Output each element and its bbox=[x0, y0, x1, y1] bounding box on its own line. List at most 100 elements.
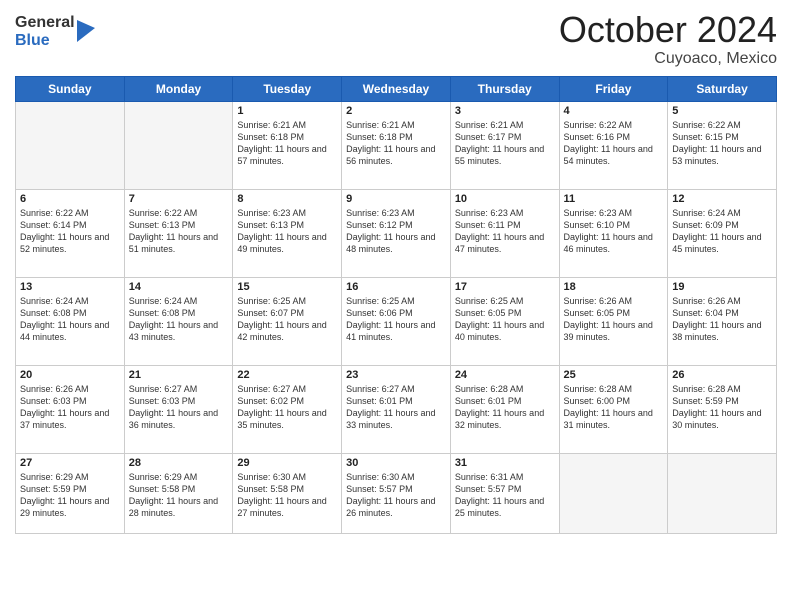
cell-info: Sunrise: 6:22 AM Sunset: 6:16 PM Dayligh… bbox=[564, 119, 664, 168]
day-number: 21 bbox=[129, 369, 229, 381]
logo-text: General Blue bbox=[15, 14, 75, 49]
day-header-wednesday: Wednesday bbox=[342, 76, 451, 101]
logo-general: General bbox=[15, 14, 75, 32]
day-number: 8 bbox=[237, 193, 337, 205]
cell-info: Sunrise: 6:30 AM Sunset: 5:57 PM Dayligh… bbox=[346, 471, 446, 520]
cal-cell: 3Sunrise: 6:21 AM Sunset: 6:17 PM Daylig… bbox=[450, 101, 559, 189]
cell-info: Sunrise: 6:23 AM Sunset: 6:11 PM Dayligh… bbox=[455, 207, 555, 256]
day-number: 9 bbox=[346, 193, 446, 205]
cell-info: Sunrise: 6:24 AM Sunset: 6:08 PM Dayligh… bbox=[129, 295, 229, 344]
day-number: 25 bbox=[564, 369, 664, 381]
cal-cell: 28 Sunrise: 6:29 AM Sunset: 5:58 PM Dayli… bbox=[124, 453, 233, 533]
cal-cell: 16Sunrise: 6:25 AM Sunset: 6:06 PM Dayli… bbox=[342, 277, 451, 365]
day-number: 4 bbox=[564, 105, 664, 117]
cal-cell: 6 Sunrise: 6:22 AM Sunset: 6:14 PM Daylig… bbox=[16, 189, 125, 277]
day-number: 22 bbox=[237, 369, 337, 381]
days-header-row: SundayMondayTuesdayWednesdayThursdayFrid… bbox=[16, 76, 777, 101]
cell-info: Sunrise: 6:22 AM Sunset: 6:14 PM Dayligh… bbox=[20, 207, 120, 256]
week-row-3: 13Sunrise: 6:24 AM Sunset: 6:08 PM Dayli… bbox=[16, 277, 777, 365]
day-number: 19 bbox=[672, 281, 772, 293]
day-number: 6 bbox=[20, 193, 120, 205]
cell-info: Sunrise: 6:24 AM Sunset: 6:09 PM Dayligh… bbox=[672, 207, 772, 256]
cal-cell: 24Sunrise: 6:28 AM Sunset: 6:01 PM Dayli… bbox=[450, 365, 559, 453]
day-number: 20 bbox=[20, 369, 120, 381]
week-row-4: 20 Sunrise: 6:26 AM Sunset: 6:03 PM Dayli… bbox=[16, 365, 777, 453]
cal-cell bbox=[559, 453, 668, 533]
day-number: 5 bbox=[672, 105, 772, 117]
day-header-friday: Friday bbox=[559, 76, 668, 101]
day-header-tuesday: Tuesday bbox=[233, 76, 342, 101]
cal-cell: 14 Sunrise: 6:24 AM Sunset: 6:08 PM Dayli… bbox=[124, 277, 233, 365]
page: General Blue October 2024 Cuyoaco, Mexic… bbox=[0, 0, 792, 612]
cal-cell: 4 Sunrise: 6:22 AM Sunset: 6:16 PM Daylig… bbox=[559, 101, 668, 189]
day-number: 18 bbox=[564, 281, 664, 293]
day-number: 15 bbox=[237, 281, 337, 293]
cal-cell: 18 Sunrise: 6:26 AM Sunset: 6:05 PM Dayli… bbox=[559, 277, 668, 365]
day-number: 30 bbox=[346, 457, 446, 469]
cal-cell: 10 Sunrise: 6:23 AM Sunset: 6:11 PM Dayli… bbox=[450, 189, 559, 277]
week-row-1: 1 Sunrise: 6:21 AM Sunset: 6:18 PM Daylig… bbox=[16, 101, 777, 189]
cal-cell: 29Sunrise: 6:30 AM Sunset: 5:58 PM Dayli… bbox=[233, 453, 342, 533]
day-number: 17 bbox=[455, 281, 555, 293]
cal-cell: 2 Sunrise: 6:21 AM Sunset: 6:18 PM Daylig… bbox=[342, 101, 451, 189]
cal-cell: 9 Sunrise: 6:23 AM Sunset: 6:12 PM Daylig… bbox=[342, 189, 451, 277]
logo-blue: Blue bbox=[15, 32, 75, 50]
day-number: 2 bbox=[346, 105, 446, 117]
cell-info: Sunrise: 6:27 AM Sunset: 6:02 PM Dayligh… bbox=[237, 383, 337, 432]
cal-cell: 12 Sunrise: 6:24 AM Sunset: 6:09 PM Dayli… bbox=[668, 189, 777, 277]
cell-info: Sunrise: 6:23 AM Sunset: 6:12 PM Dayligh… bbox=[346, 207, 446, 256]
day-header-sunday: Sunday bbox=[16, 76, 125, 101]
cal-cell: 19 Sunrise: 6:26 AM Sunset: 6:04 PM Dayli… bbox=[668, 277, 777, 365]
location: Cuyoaco, Mexico bbox=[559, 50, 777, 68]
logo-icon bbox=[77, 20, 95, 42]
cal-cell: 11Sunrise: 6:23 AM Sunset: 6:10 PM Dayli… bbox=[559, 189, 668, 277]
cell-info: Sunrise: 6:26 AM Sunset: 6:03 PM Dayligh… bbox=[20, 383, 120, 432]
cell-info: Sunrise: 6:25 AM Sunset: 6:06 PM Dayligh… bbox=[346, 295, 446, 344]
cal-cell: 26Sunrise: 6:28 AM Sunset: 5:59 PM Dayli… bbox=[668, 365, 777, 453]
cell-info: Sunrise: 6:23 AM Sunset: 6:13 PM Dayligh… bbox=[237, 207, 337, 256]
cell-info: Sunrise: 6:29 AM Sunset: 5:58 PM Dayligh… bbox=[129, 471, 229, 520]
cal-cell bbox=[668, 453, 777, 533]
cal-cell: 21 Sunrise: 6:27 AM Sunset: 6:03 PM Dayli… bbox=[124, 365, 233, 453]
day-number: 28 bbox=[129, 457, 229, 469]
header: General Blue October 2024 Cuyoaco, Mexic… bbox=[15, 10, 777, 68]
cell-info: Sunrise: 6:30 AM Sunset: 5:58 PM Dayligh… bbox=[237, 471, 337, 520]
cell-info: Sunrise: 6:21 AM Sunset: 6:17 PM Dayligh… bbox=[455, 119, 555, 168]
day-header-thursday: Thursday bbox=[450, 76, 559, 101]
day-number: 23 bbox=[346, 369, 446, 381]
cell-info: Sunrise: 6:25 AM Sunset: 6:07 PM Dayligh… bbox=[237, 295, 337, 344]
cell-info: Sunrise: 6:22 AM Sunset: 6:13 PM Dayligh… bbox=[129, 207, 229, 256]
cal-cell: 8 Sunrise: 6:23 AM Sunset: 6:13 PM Daylig… bbox=[233, 189, 342, 277]
day-number: 12 bbox=[672, 193, 772, 205]
cell-info: Sunrise: 6:25 AM Sunset: 6:05 PM Dayligh… bbox=[455, 295, 555, 344]
cell-info: Sunrise: 6:26 AM Sunset: 6:04 PM Dayligh… bbox=[672, 295, 772, 344]
cell-info: Sunrise: 6:31 AM Sunset: 5:57 PM Dayligh… bbox=[455, 471, 555, 520]
cal-cell: 1Sunrise: 6:21 AM Sunset: 6:18 PM Daylig… bbox=[233, 101, 342, 189]
week-row-5: 27Sunrise: 6:29 AM Sunset: 5:59 PM Dayli… bbox=[16, 453, 777, 533]
cal-cell bbox=[16, 101, 125, 189]
cell-info: Sunrise: 6:21 AM Sunset: 6:18 PM Dayligh… bbox=[346, 119, 446, 168]
cell-info: Sunrise: 6:22 AM Sunset: 6:15 PM Dayligh… bbox=[672, 119, 772, 168]
day-number: 7 bbox=[129, 193, 229, 205]
title-block: October 2024 Cuyoaco, Mexico bbox=[559, 10, 777, 68]
cell-info: Sunrise: 6:27 AM Sunset: 6:03 PM Dayligh… bbox=[129, 383, 229, 432]
cell-info: Sunrise: 6:28 AM Sunset: 5:59 PM Dayligh… bbox=[672, 383, 772, 432]
cell-info: Sunrise: 6:26 AM Sunset: 6:05 PM Dayligh… bbox=[564, 295, 664, 344]
cell-info: Sunrise: 6:29 AM Sunset: 5:59 PM Dayligh… bbox=[20, 471, 120, 520]
cell-info: Sunrise: 6:28 AM Sunset: 6:01 PM Dayligh… bbox=[455, 383, 555, 432]
day-number: 14 bbox=[129, 281, 229, 293]
cal-cell bbox=[124, 101, 233, 189]
cell-info: Sunrise: 6:27 AM Sunset: 6:01 PM Dayligh… bbox=[346, 383, 446, 432]
cal-cell: 23 Sunrise: 6:27 AM Sunset: 6:01 PM Dayli… bbox=[342, 365, 451, 453]
day-number: 10 bbox=[455, 193, 555, 205]
cell-info: Sunrise: 6:23 AM Sunset: 6:10 PM Dayligh… bbox=[564, 207, 664, 256]
cal-cell: 7 Sunrise: 6:22 AM Sunset: 6:13 PM Daylig… bbox=[124, 189, 233, 277]
day-header-monday: Monday bbox=[124, 76, 233, 101]
cell-info: Sunrise: 6:24 AM Sunset: 6:08 PM Dayligh… bbox=[20, 295, 120, 344]
cal-cell: 22 Sunrise: 6:27 AM Sunset: 6:02 PM Dayli… bbox=[233, 365, 342, 453]
cell-info: Sunrise: 6:28 AM Sunset: 6:00 PM Dayligh… bbox=[564, 383, 664, 432]
cal-cell: 13Sunrise: 6:24 AM Sunset: 6:08 PM Dayli… bbox=[16, 277, 125, 365]
logo: General Blue bbox=[15, 14, 95, 49]
day-number: 1 bbox=[237, 105, 337, 117]
cal-cell: 20 Sunrise: 6:26 AM Sunset: 6:03 PM Dayli… bbox=[16, 365, 125, 453]
